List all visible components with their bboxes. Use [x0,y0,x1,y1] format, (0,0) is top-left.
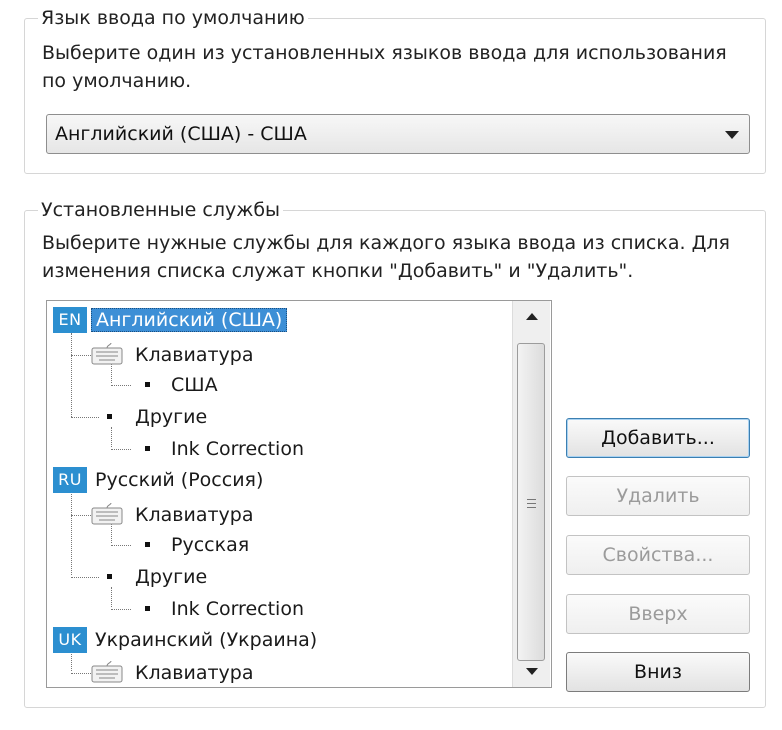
tree-node-en-keyboard-item[interactable]: США [171,371,218,399]
grip-line [527,503,536,504]
installed-services-legend: Установленные службы [38,199,284,221]
tree-line [111,609,131,610]
default-language-legend: Язык ввода по умолчанию [38,7,308,29]
tree-node-en-other-item[interactable]: Ink Correction [171,435,304,463]
tree-line [71,417,99,418]
move-down-button[interactable]: Вниз [566,652,750,692]
tree-line [71,651,72,671]
chevron-down-icon[interactable] [725,131,739,139]
scroll-up-button[interactable] [513,301,551,331]
move-up-button[interactable]: Вверх [566,594,750,634]
tree-node-ru-keyboard-item[interactable]: Русская [171,531,249,559]
bullet-icon [145,542,150,547]
bullet-icon [145,446,150,451]
tree-line [71,577,99,578]
language-badge-uk: UK [53,627,87,653]
tree-node-uk-keyboard[interactable]: Клавиатура [135,659,253,687]
tree-line [111,385,131,386]
tree-node-ru-keyboard[interactable]: Клавиатура [135,501,253,529]
tree-scrollbar[interactable] [512,301,550,687]
installed-services-description-line1: Выберите нужные службы для каждого языка… [42,232,730,254]
bullet-icon [107,414,112,419]
default-language-select-value: Английский (США) - США [55,123,307,145]
bullet-icon [107,574,112,579]
installed-services-description-line2: изменения списка служат кнопки "Добавить… [42,260,634,282]
tree-node-en-keyboard[interactable]: Клавиатура [135,341,253,369]
tree-line [71,673,91,674]
bullet-icon [145,382,150,387]
default-language-description-line2: по умолчанию. [42,70,192,92]
keyboard-icon [91,343,123,365]
tree-node-uk-label[interactable]: Украинский (Украина) [95,626,317,654]
tree-line [71,355,91,356]
bullet-icon [145,606,150,611]
tree-line [111,587,112,607]
scroll-down-button[interactable] [513,657,551,687]
scroll-thumb[interactable] [517,343,545,661]
tree-node-ru-label[interactable]: Русский (Россия) [95,466,263,494]
tree-node-ru-other-item[interactable]: Ink Correction [171,595,304,623]
tree-node-ru-other[interactable]: Другие [135,563,207,591]
properties-button[interactable]: Свойства... [566,535,750,575]
tree-line [111,363,112,383]
keyboard-icon [91,503,123,525]
tree-node-en-text: Английский (США) [91,308,288,332]
grip-line [527,507,536,508]
tree-line [111,427,112,447]
language-badge-ru: RU [53,467,87,493]
language-badge-en: EN [53,307,87,333]
tree-line [71,515,91,516]
tree-line [71,333,72,417]
add-button[interactable]: Добавить... [566,418,750,458]
chevron-down-icon [526,668,538,675]
keyboard-icon [91,661,123,683]
chevron-up-icon [526,313,538,320]
default-language-select[interactable]: Английский (США) - США [46,114,750,154]
grip-line [527,499,536,500]
tree-line [111,545,131,546]
tree-line [71,491,72,575]
tree-line [111,523,112,543]
tree-node-en-other[interactable]: Другие [135,403,207,431]
tree-node-en-label[interactable]: Английский (США) [91,306,288,334]
default-language-description-line1: Выберите один из установленных языков вв… [42,42,727,64]
tree-line [111,449,131,450]
remove-button[interactable]: Удалить [566,476,750,516]
services-tree[interactable]: EN Английский (США) Клавиатура США Други… [46,300,552,688]
